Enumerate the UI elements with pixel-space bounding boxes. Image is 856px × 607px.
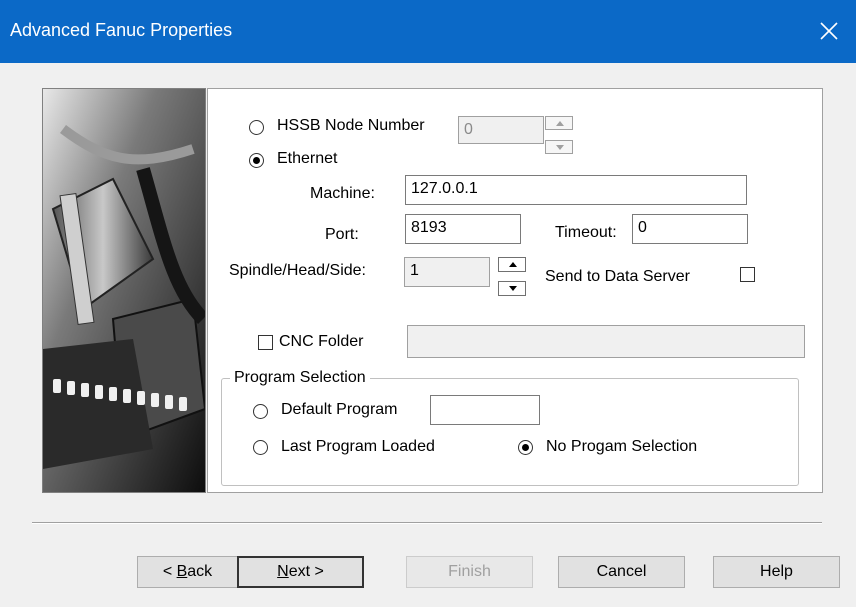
cancel-button[interactable]: Cancel — [558, 556, 685, 588]
window-title: Advanced Fanuc Properties — [10, 20, 233, 40]
spindle-spin-up[interactable] — [498, 257, 526, 272]
arrow-up-icon — [556, 121, 564, 126]
hssb-label: HSSB Node Number — [277, 117, 425, 134]
spindle-input[interactable]: 1 — [404, 257, 490, 287]
program-selection-legend: Program Selection — [230, 369, 370, 387]
next-rest: ext > — [288, 563, 324, 580]
spindle-label: Spindle/Head/Side: — [229, 262, 366, 279]
back-prefix: < — [162, 563, 177, 580]
arrow-down-icon — [556, 145, 564, 150]
cnc-folder-label: CNC Folder — [279, 333, 364, 350]
machine-label: Machine: — [310, 185, 375, 202]
send-to-data-server-label: Send to Data Server — [545, 268, 690, 285]
cnc-folder-input[interactable] — [407, 325, 805, 358]
default-program-input[interactable] — [430, 395, 540, 425]
ethernet-radio[interactable] — [249, 153, 264, 168]
connector-image — [42, 88, 206, 493]
port-label: Port: — [325, 226, 359, 243]
timeout-label: Timeout: — [555, 224, 617, 241]
next-button[interactable]: Next > — [237, 556, 364, 588]
close-button[interactable] — [800, 0, 856, 63]
next-mnemonic: N — [277, 563, 289, 580]
port-input[interactable]: 8193 — [405, 214, 521, 244]
no-program-label: No Progam Selection — [546, 438, 698, 455]
ethernet-label: Ethernet — [277, 150, 338, 167]
close-icon — [820, 22, 838, 40]
back-mnemonic: B — [176, 563, 188, 580]
help-button[interactable]: Help — [713, 556, 840, 588]
send-to-data-server-checkbox[interactable] — [740, 267, 755, 282]
arrow-down-icon — [509, 286, 517, 291]
hssb-spin-up[interactable] — [545, 116, 573, 130]
button-divider — [32, 522, 822, 524]
machine-input[interactable]: 127.0.0.1 — [405, 175, 747, 205]
connector-photo-icon — [43, 89, 205, 492]
hssb-node-input[interactable]: 0 — [458, 116, 544, 144]
default-program-label: Default Program — [281, 401, 398, 418]
hssb-spin-down[interactable] — [545, 140, 573, 154]
back-rest: ack — [187, 563, 213, 580]
title-bar: Advanced Fanuc Properties — [0, 0, 856, 63]
arrow-up-icon — [509, 262, 517, 267]
last-program-label: Last Program Loaded — [281, 438, 435, 455]
spindle-spin-down[interactable] — [498, 281, 526, 296]
finish-button[interactable]: Finish — [406, 556, 533, 588]
cnc-folder-checkbox[interactable] — [258, 335, 273, 350]
timeout-input[interactable]: 0 — [632, 214, 748, 244]
back-button[interactable]: < Back — [137, 556, 238, 588]
hssb-radio[interactable] — [249, 120, 264, 135]
default-program-radio[interactable] — [253, 404, 268, 419]
no-program-radio[interactable] — [518, 440, 533, 455]
last-program-radio[interactable] — [253, 440, 268, 455]
